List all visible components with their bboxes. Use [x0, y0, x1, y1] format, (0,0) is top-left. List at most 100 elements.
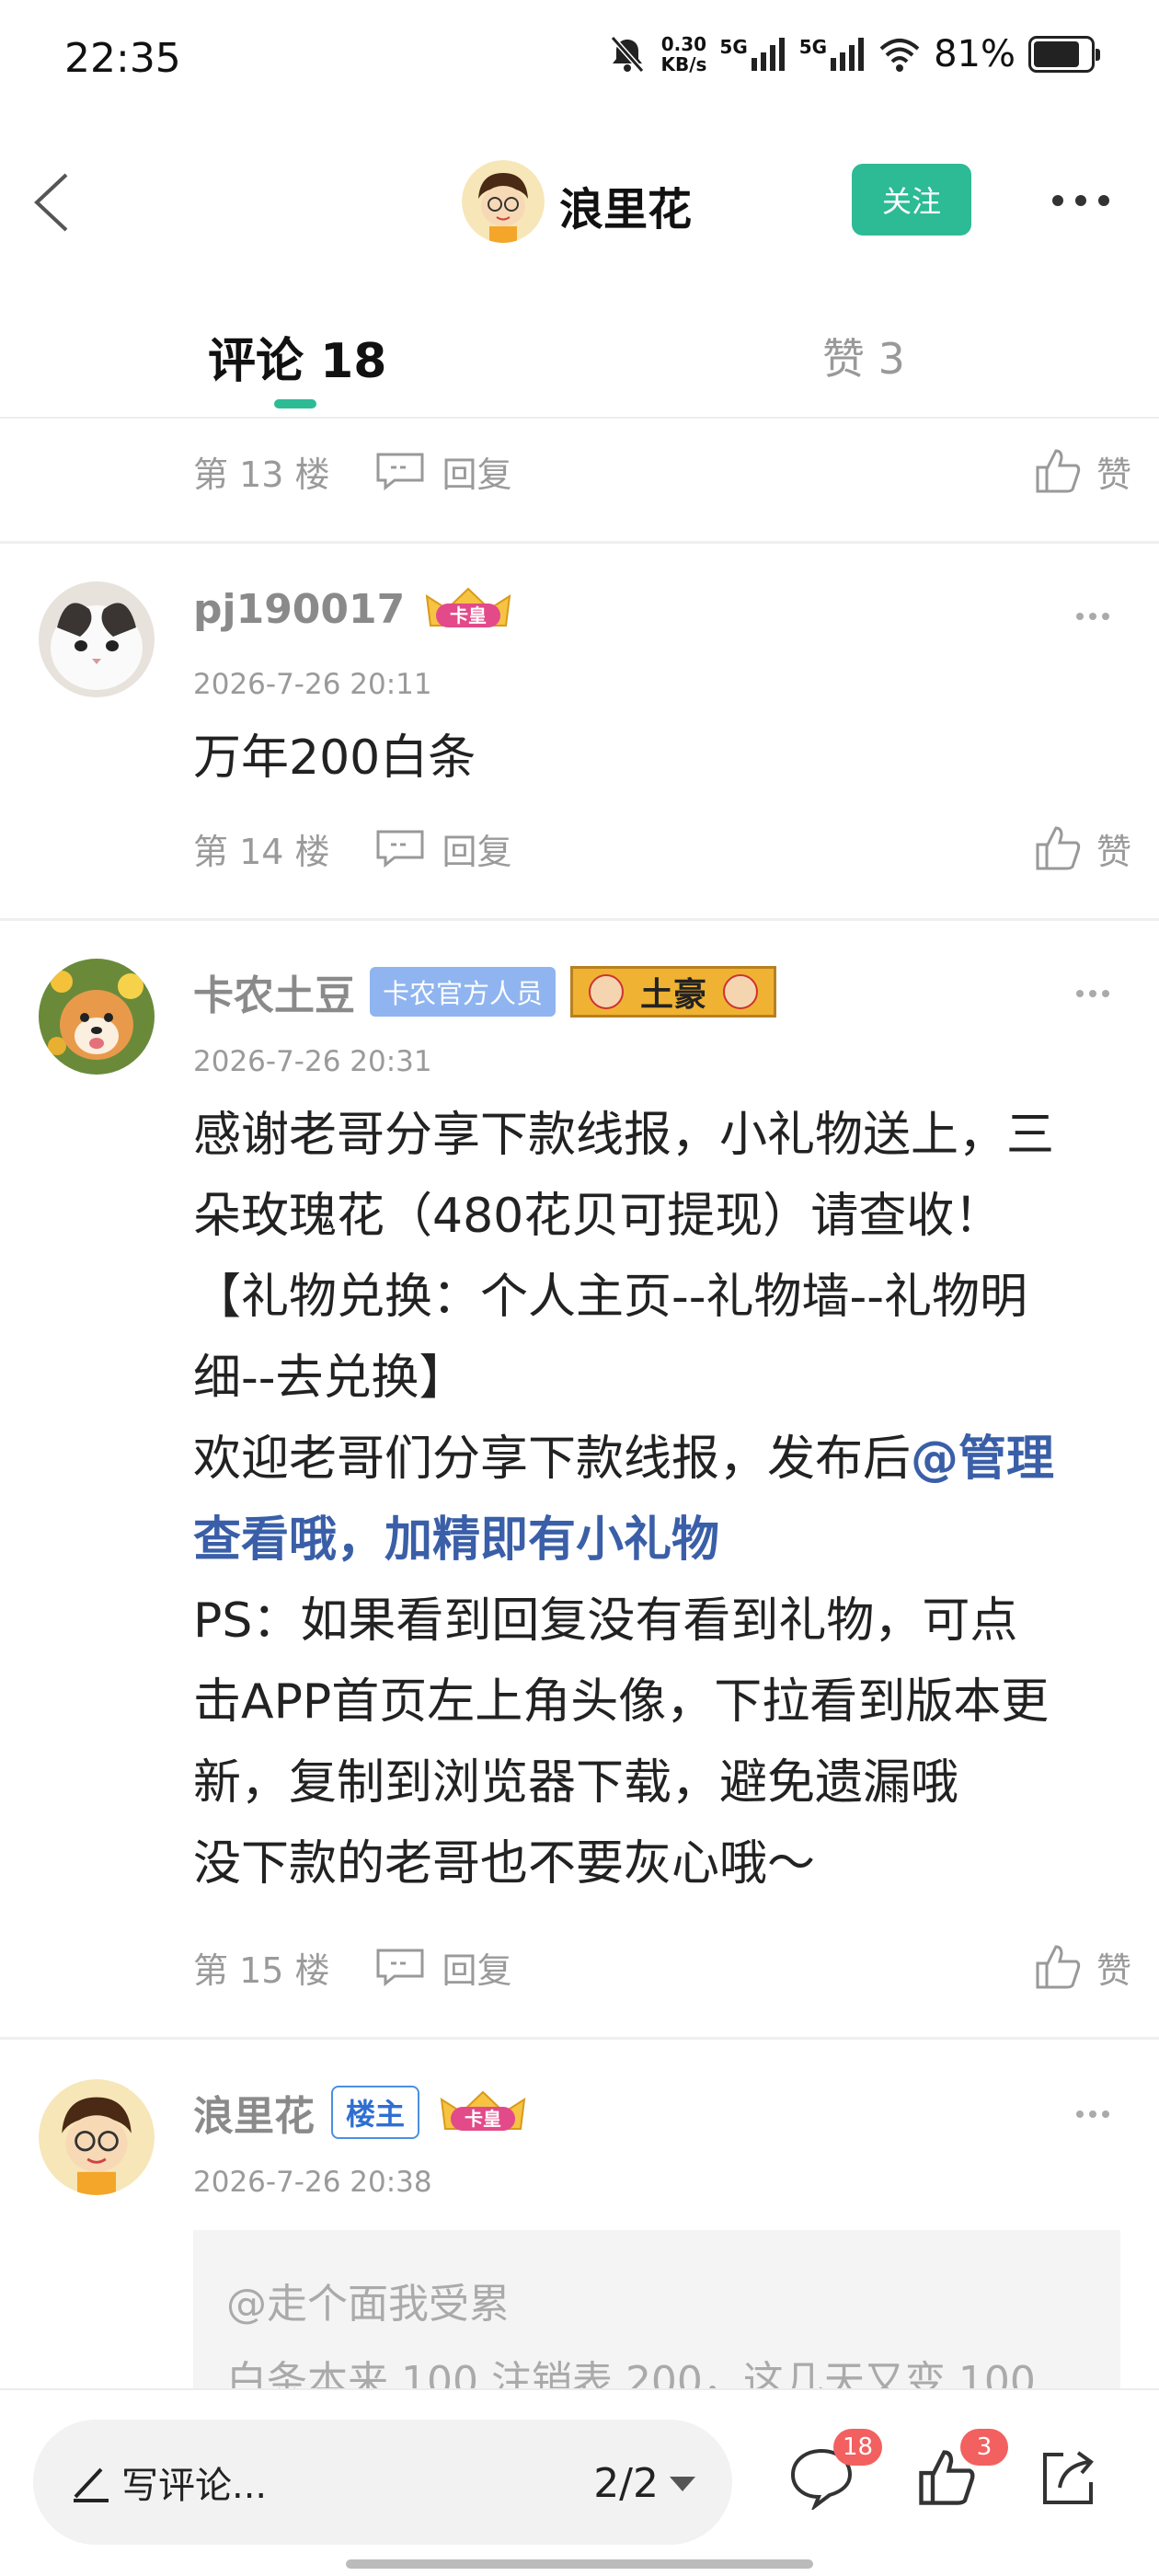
network-label-2: 5G: [798, 36, 828, 58]
cat-avatar-icon: [39, 581, 155, 697]
reply-label: 回复: [442, 1949, 512, 1991]
comment-count-badge: 18: [833, 2429, 883, 2466]
mention-link[interactable]: @管理: [911, 1432, 1054, 1487]
official-badge: 卡农官方人员: [370, 967, 557, 1017]
comment-line: 新，复制到浏览器下载，避免遗漏哦: [193, 1755, 959, 1811]
like-action[interactable]: 3: [914, 2429, 1008, 2513]
comment-footer: 第 15 楼 回复 赞: [193, 1939, 1131, 1995]
comment-more-button[interactable]: [1074, 609, 1111, 622]
reply-button[interactable]: 回复: [374, 446, 512, 497]
comment-line: PS：如果看到回复没有看到礼物，可点: [193, 1593, 1018, 1649]
reply-bubble-icon: [376, 830, 424, 868]
user-avatar[interactable]: [39, 959, 155, 1075]
quoted-reply[interactable]: @走个面我受累 白条本来 100 注销表 200，这几天又变 100: [193, 2230, 1120, 2396]
user-avatar[interactable]: [39, 581, 155, 697]
comment-user-line: 浪里花 楼主 卡皇: [193, 2083, 528, 2142]
owner-badge: 楼主: [331, 2086, 420, 2139]
comment-more-button[interactable]: [1074, 2107, 1111, 2120]
comment-line: 【礼物兑换：个人主页--礼物墙--礼物明: [193, 1270, 1028, 1325]
status-icons: 0.30 KB/s 5G 5G 81%: [607, 33, 1100, 75]
reply-button[interactable]: 回复: [374, 1942, 512, 1993]
tab-comments[interactable]: 评论 18: [208, 322, 386, 391]
network-speed: 0.30 KB/s: [660, 34, 706, 75]
mention-link[interactable]: 查看哦，加精即有小礼物: [193, 1500, 1131, 1581]
comment-line: 欢迎老哥们分享下款线报，发布后@管理: [193, 1419, 1131, 1500]
username[interactable]: pj190017: [193, 586, 405, 633]
battery-fill: [1034, 41, 1079, 67]
speed-value: 0.30: [660, 33, 707, 55]
tab-likes[interactable]: 赞 3: [822, 326, 905, 386]
share-action[interactable]: [1036, 2445, 1100, 2513]
comment-text: 感谢老哥分享下款线报，小礼物送上，三 朵玫瑰花（480花贝可提现）请查收！ 【礼…: [193, 1095, 1131, 1904]
cartoon-avatar-icon: [462, 160, 545, 243]
like-label: 赞: [1096, 1949, 1131, 1991]
home-indicator[interactable]: [346, 2559, 813, 2569]
bottom-bar: 写评论... 2/2 18 3: [0, 2388, 1159, 2576]
more-button[interactable]: [1049, 184, 1113, 217]
more-dots-icon: [1076, 990, 1109, 997]
follow-button[interactable]: 关注: [852, 164, 971, 236]
battery-percent: 81%: [934, 33, 1016, 75]
comment-user-line: 卡农土豆 卡农官方人员 土豪: [193, 962, 777, 1021]
like-label: 赞: [1096, 831, 1131, 872]
user-avatar[interactable]: [39, 2079, 155, 2195]
reply-bubble-icon: [376, 453, 424, 491]
comment-line: 细--去兑换】: [193, 1351, 467, 1406]
comment-time: 2026-7-26 20:31: [193, 1045, 432, 1078]
divider: [0, 2037, 1159, 2040]
status-bar: 22:35 0.30 KB/s 5G 5G 81%: [0, 0, 1159, 120]
comment-user-line: pj190017 卡皇: [193, 585, 513, 633]
comment-more-button[interactable]: [1074, 986, 1111, 999]
reply-button[interactable]: 回复: [374, 823, 512, 874]
comment-line: 击APP首页左上角头像，下拉看到版本更: [193, 1674, 1050, 1730]
tuhao-face-icon: [723, 974, 759, 1009]
comment-footer: 第 14 楼 回复 赞: [193, 821, 1131, 876]
header-title: 浪里花: [559, 184, 693, 236]
thumbs-up-icon: [1036, 1945, 1081, 1989]
like-button[interactable]: 赞: [1032, 822, 1131, 874]
username[interactable]: 卡农土豆: [193, 962, 355, 1021]
comment-line: 没下款的老哥也不要灰心哦～: [193, 1836, 816, 1892]
tab-bar: 评论 18 赞 3: [0, 304, 1159, 419]
more-dots-icon: [1076, 613, 1109, 620]
tuhao-badge-text: 土豪: [640, 976, 707, 1014]
status-time: 22:35: [64, 35, 181, 82]
signal-5g-2: 5G: [799, 36, 866, 73]
signal-icon: [751, 38, 785, 71]
reply-bubble-icon: [376, 1949, 424, 1987]
network-label-1: 5G: [719, 36, 748, 58]
share-icon: [1043, 2451, 1094, 2504]
signal-5g-1: 5G: [719, 36, 786, 73]
badge-text: 卡皇: [450, 604, 487, 627]
comment-footer: 第 13 楼 回复 赞: [193, 443, 1131, 499]
comment-input[interactable]: 写评论... 2/2: [33, 2420, 732, 2545]
like-button[interactable]: 赞: [1032, 445, 1131, 497]
thumbs-up-icon: [1036, 826, 1081, 870]
floor-number: 第 13 楼: [193, 454, 330, 495]
floor-number: 第 15 楼: [193, 1949, 330, 1991]
reply-label: 回复: [442, 454, 512, 495]
divider: [0, 918, 1159, 921]
username[interactable]: 浪里花: [193, 2083, 315, 2142]
header-avatar[interactable]: [462, 160, 545, 243]
dog-avatar-icon: [39, 959, 155, 1075]
back-button[interactable]: [28, 166, 92, 239]
comments-action[interactable]: 18: [787, 2429, 883, 2513]
like-button[interactable]: 赞: [1032, 1941, 1131, 1993]
chevron-left-icon: [34, 173, 68, 232]
comment-text-segment: 欢迎老哥们分享下款线报，发布后: [193, 1432, 912, 1487]
reply-label: 回复: [442, 831, 512, 872]
crown-badge-icon: 卡皇: [426, 587, 511, 627]
page-indicator[interactable]: 2/2: [593, 2460, 659, 2507]
like-label: 赞: [1096, 454, 1131, 495]
like-count-badge: 3: [960, 2429, 1008, 2466]
battery-icon: [1028, 36, 1100, 73]
thumbs-up-icon: [1036, 449, 1081, 493]
comment-input-placeholder: 写评论...: [121, 2465, 268, 2507]
comment-time: 2026-7-26 20:11: [193, 668, 432, 701]
wifi-icon: [879, 39, 920, 72]
caret-down-icon[interactable]: [668, 2473, 697, 2495]
tab-indicator: [274, 399, 316, 408]
page-header: 浪里花 关注: [0, 147, 1159, 258]
cartoon-avatar-icon: [39, 2079, 155, 2195]
